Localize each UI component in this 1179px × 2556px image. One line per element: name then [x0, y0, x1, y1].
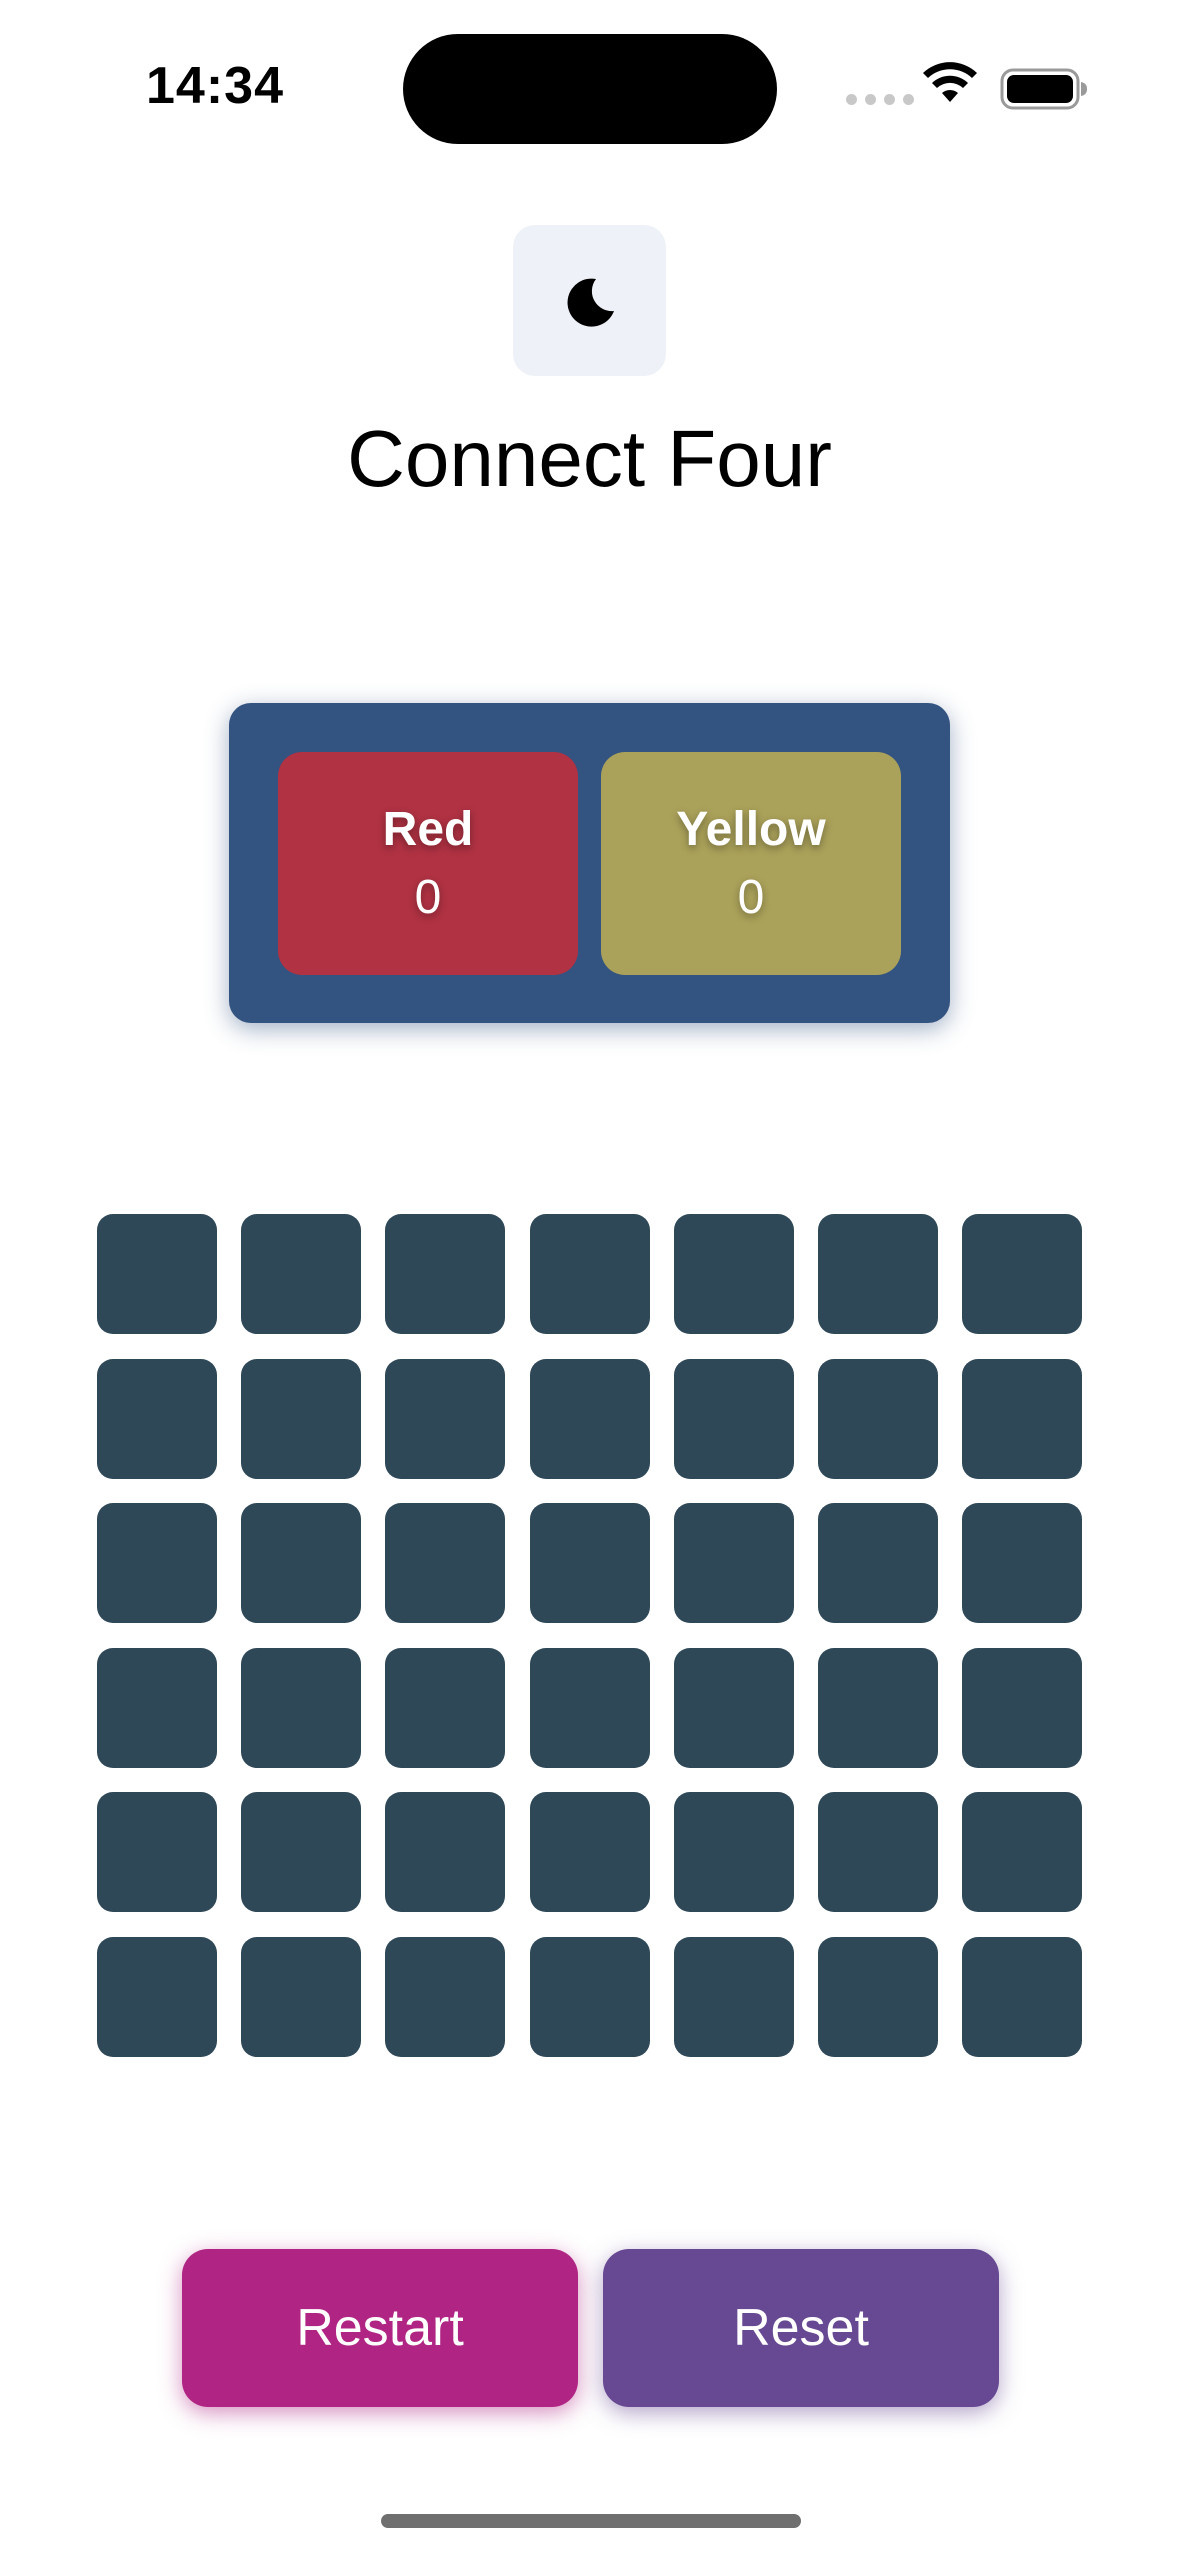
board-cell[interactable] — [529, 1936, 650, 2057]
board-cell[interactable] — [673, 1647, 794, 1768]
board-cell[interactable] — [962, 1792, 1083, 1913]
red-label: Red — [382, 802, 474, 856]
board-cell[interactable] — [817, 1792, 938, 1913]
wifi-icon — [923, 62, 977, 102]
red-score: 0 — [414, 870, 442, 924]
yellow-label: Yellow — [676, 802, 826, 856]
board-cell[interactable] — [241, 1214, 362, 1334]
board-cell[interactable] — [97, 1647, 217, 1768]
board-cell[interactable] — [673, 1214, 794, 1334]
board-cell[interactable] — [241, 1792, 362, 1913]
board-cell[interactable] — [529, 1792, 650, 1913]
board-cell[interactable] — [241, 1358, 362, 1479]
board-cell[interactable] — [529, 1358, 650, 1479]
board-cell[interactable] — [97, 1503, 217, 1624]
board-cell[interactable] — [97, 1214, 217, 1334]
battery-icon — [1000, 68, 1087, 110]
board-cell[interactable] — [817, 1358, 938, 1479]
theme-toggle-button[interactable] — [513, 225, 666, 376]
board-cell[interactable] — [962, 1647, 1083, 1768]
board-cell[interactable] — [817, 1936, 938, 2057]
board-cell[interactable] — [962, 1503, 1083, 1624]
page-title: Connect Four — [347, 414, 832, 503]
board-cell[interactable] — [241, 1647, 362, 1768]
board-cell[interactable] — [385, 1503, 506, 1624]
yellow-score: 0 — [737, 870, 765, 924]
board-cell[interactable] — [385, 1358, 506, 1479]
board-cell[interactable] — [385, 1214, 506, 1334]
board-cell[interactable] — [962, 1358, 1083, 1479]
board-cell[interactable] — [962, 1214, 1083, 1334]
moon-icon — [567, 278, 614, 327]
board-cell[interactable] — [385, 1647, 506, 1768]
board-cell[interactable] — [673, 1792, 794, 1913]
board-cell[interactable] — [817, 1647, 938, 1768]
board-cell[interactable] — [962, 1936, 1083, 2057]
board-cell[interactable] — [529, 1503, 650, 1624]
yellow-score-card: Yellow 0 — [601, 752, 901, 975]
red-score-card: Red 0 — [278, 752, 578, 975]
board-cell[interactable] — [385, 1936, 506, 2057]
board-cell[interactable] — [817, 1214, 938, 1334]
board-cell[interactable] — [529, 1214, 650, 1334]
board-cell[interactable] — [673, 1358, 794, 1479]
board-cell[interactable] — [241, 1503, 362, 1624]
board-cell[interactable] — [97, 1358, 217, 1479]
game-board — [97, 1214, 1083, 2057]
board-cell[interactable] — [97, 1792, 217, 1913]
cellular-signal-icon — [846, 94, 914, 105]
board-cell[interactable] — [97, 1936, 217, 2057]
board-cell[interactable] — [673, 1936, 794, 2057]
board-cell[interactable] — [241, 1936, 362, 2057]
dynamic-island — [403, 34, 777, 144]
scoreboard: Red 0 Yellow 0 — [229, 703, 950, 1023]
board-cell[interactable] — [529, 1647, 650, 1768]
board-cell[interactable] — [673, 1503, 794, 1624]
status-time: 14:34 — [146, 57, 284, 115]
reset-button[interactable]: Reset — [603, 2249, 999, 2407]
restart-button[interactable]: Restart — [182, 2249, 578, 2407]
board-cell[interactable] — [817, 1503, 938, 1624]
board-cell[interactable] — [385, 1792, 506, 1913]
home-indicator[interactable] — [381, 2514, 801, 2528]
